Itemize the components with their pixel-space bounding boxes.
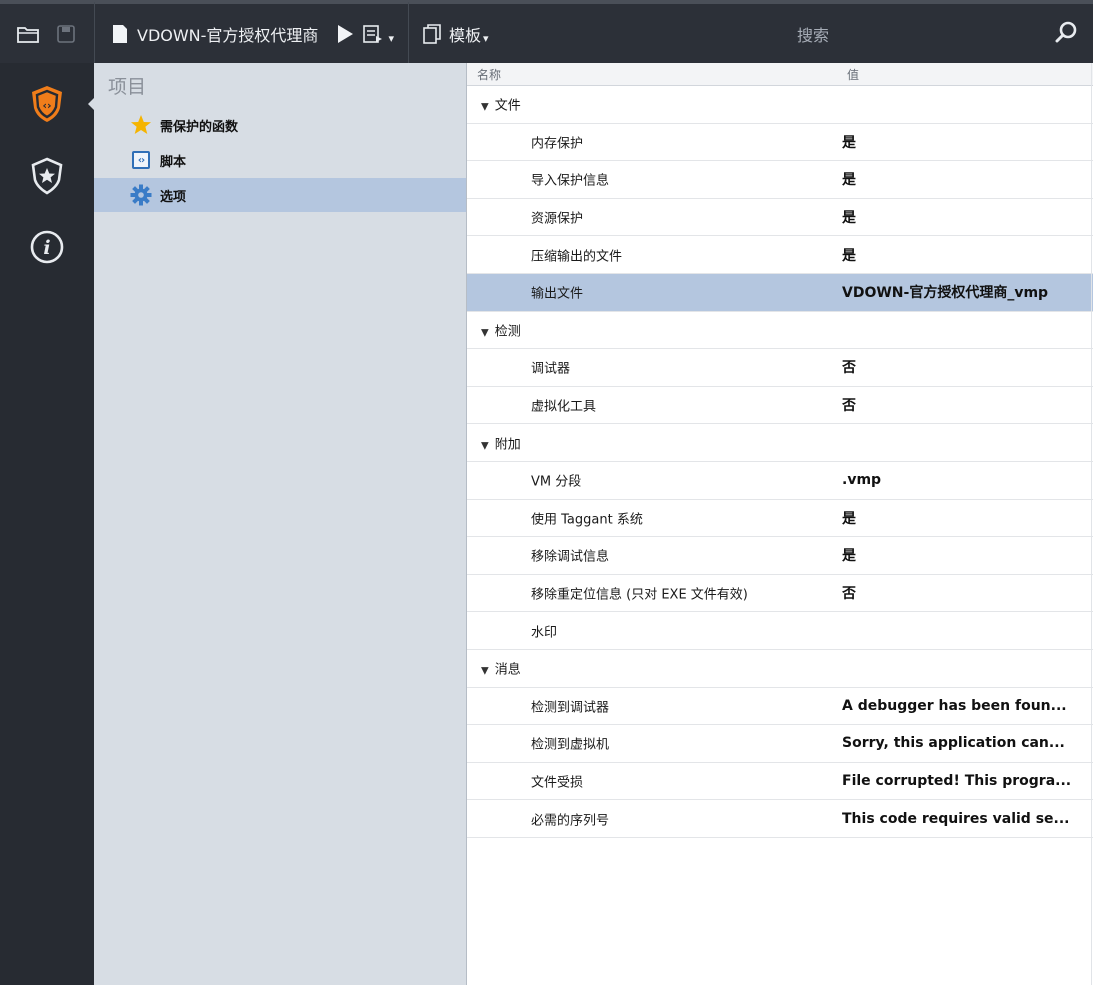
project-heading: 项目 xyxy=(108,76,147,98)
nav-licenses-icon[interactable] xyxy=(26,155,68,197)
property-name: 资源保护 xyxy=(531,211,584,227)
property-row[interactable]: 输出文件 VDOWN-官方授权代理商_vmp xyxy=(467,273,1093,312)
property-row[interactable]: 检测到调试器 A debugger has been foun... xyxy=(467,688,1093,726)
toolbar-file-group xyxy=(0,4,94,63)
property-name: 水印 xyxy=(531,625,558,641)
nav-rail: ‹› i xyxy=(0,63,94,985)
nav-protection-icon[interactable]: ‹› xyxy=(26,83,68,125)
property-row[interactable]: VM 分段 .vmp xyxy=(467,462,1093,500)
search-input[interactable]: 搜索 xyxy=(797,22,829,46)
property-row[interactable]: 检测到虚拟机 Sorry, this application can... xyxy=(467,725,1093,763)
property-row[interactable]: 文件受损 File corrupted! This progra... xyxy=(467,763,1093,801)
grid-header: 名称 值 xyxy=(467,63,1093,86)
property-value[interactable]: 是 xyxy=(842,169,856,189)
property-name: 虚拟化工具 xyxy=(531,399,597,415)
property-row[interactable]: 移除重定位信息 (只对 EXE 文件有效) 否 xyxy=(467,575,1093,613)
group-row[interactable]: ▼ 检测 xyxy=(467,312,1093,350)
run-button[interactable] xyxy=(330,19,360,49)
property-value[interactable]: 是 xyxy=(842,132,856,152)
nav-info-icon[interactable]: i xyxy=(26,226,68,268)
group-label: ▼ 消息 xyxy=(481,659,521,678)
property-value[interactable]: File corrupted! This progra... xyxy=(842,773,1071,789)
project-item-options[interactable]: 选项 xyxy=(94,178,466,212)
grid-right-border xyxy=(1091,63,1092,985)
group-name: 检测 xyxy=(494,324,521,340)
group-label: ▼ 附加 xyxy=(481,433,521,452)
search-icon[interactable] xyxy=(1055,20,1079,48)
project-item-label: 需保护的函数 xyxy=(160,119,239,135)
property-name: 检测到调试器 xyxy=(531,700,610,716)
property-name: 压缩输出的文件 xyxy=(531,249,623,265)
property-name: 使用 Taggant 系统 xyxy=(531,512,643,528)
project-title: VDOWN-官方授权代理商 xyxy=(137,25,319,45)
property-row[interactable]: 虚拟化工具 否 xyxy=(467,387,1093,425)
property-name: 调试器 xyxy=(531,361,571,377)
collapse-triangle-icon[interactable]: ▼ xyxy=(481,666,489,677)
project-item-functions[interactable]: 需保护的函数 xyxy=(94,108,466,142)
template-icon xyxy=(421,19,443,49)
svg-text:‹›: ‹› xyxy=(42,99,51,112)
property-name: 文件受损 xyxy=(531,775,584,791)
svg-text:i: i xyxy=(43,237,50,259)
collapse-triangle-icon[interactable]: ▼ xyxy=(481,440,489,451)
column-header-name[interactable]: 名称 xyxy=(477,66,501,83)
gear-icon xyxy=(130,184,152,206)
group-name: 附加 xyxy=(494,437,521,453)
property-row[interactable]: 水印 xyxy=(467,612,1093,650)
group-row[interactable]: ▼ 文件 xyxy=(467,86,1093,124)
document-icon xyxy=(109,19,131,49)
property-name: 必需的序列号 xyxy=(531,813,610,829)
property-name: 内存保护 xyxy=(531,136,584,152)
property-name: 输出文件 xyxy=(531,286,584,302)
property-value[interactable]: 否 xyxy=(842,583,856,603)
property-row[interactable]: 使用 Taggant 系统 是 xyxy=(467,500,1093,538)
property-row[interactable]: 必需的序列号 This code requires valid se... xyxy=(467,800,1093,838)
project-item-script[interactable]: ‹› 脚本 xyxy=(94,143,466,177)
group-row[interactable]: ▼ 附加 xyxy=(467,424,1093,462)
property-row[interactable]: 资源保护 是 xyxy=(467,199,1093,237)
script-icon: ‹› xyxy=(130,149,152,171)
property-value[interactable]: This code requires valid se... xyxy=(842,811,1069,827)
property-name: 移除调试信息 xyxy=(531,549,610,565)
group-name: 消息 xyxy=(494,662,521,678)
compile-menu-icon[interactable] xyxy=(360,19,386,49)
property-value[interactable]: Sorry, this application can... xyxy=(842,735,1065,751)
property-name: 移除重定位信息 (只对 EXE 文件有效) xyxy=(531,587,748,603)
property-row[interactable]: 移除调试信息 是 xyxy=(467,537,1093,575)
property-row[interactable]: 内存保护 是 xyxy=(467,124,1093,162)
group-name: 文件 xyxy=(494,98,521,114)
property-name: 检测到虚拟机 xyxy=(531,737,610,753)
save-icon[interactable] xyxy=(51,19,81,49)
property-value[interactable]: 是 xyxy=(842,545,856,565)
toolbar-project-group: VDOWN-官方授权代理商 ▾ xyxy=(95,4,394,63)
property-row[interactable]: 压缩输出的文件 是 xyxy=(467,236,1093,274)
property-value[interactable]: VDOWN-官方授权代理商_vmp xyxy=(842,282,1048,302)
property-value[interactable]: .vmp xyxy=(842,472,881,488)
group-label: ▼ 检测 xyxy=(481,320,521,339)
project-item-label: 脚本 xyxy=(160,154,187,170)
property-value[interactable]: A debugger has been foun... xyxy=(842,698,1067,714)
property-name: VM 分段 xyxy=(531,474,582,490)
property-value[interactable]: 否 xyxy=(842,357,856,377)
property-value[interactable]: 否 xyxy=(842,395,856,415)
open-folder-icon[interactable] xyxy=(13,19,43,49)
column-header-value[interactable]: 值 xyxy=(847,66,859,83)
star-icon xyxy=(130,114,152,136)
group-row[interactable]: ▼ 消息 xyxy=(467,650,1093,688)
property-row[interactable]: 调试器 否 xyxy=(467,349,1093,387)
property-value[interactable]: 是 xyxy=(842,207,856,227)
search-bar: 搜索 xyxy=(467,4,1093,63)
project-panel: 项目 需保护的函数 ‹› 脚本 选项 xyxy=(94,63,467,985)
collapse-triangle-icon[interactable]: ▼ xyxy=(481,327,489,338)
property-value[interactable]: 是 xyxy=(842,245,856,265)
chevron-down-icon[interactable]: ▾ xyxy=(388,32,394,45)
properties-grid: 名称 值 ▼ 文件 内存保护是导入保护信息是资源保护是压缩输出的文件是输出文件 VDO… xyxy=(467,63,1093,985)
property-row[interactable]: 导入保护信息 是 xyxy=(467,161,1093,199)
property-value[interactable]: 是 xyxy=(842,508,856,528)
project-item-label: 选项 xyxy=(160,189,187,205)
grid-rows: ▼ 文件 内存保护是导入保护信息是资源保护是压缩输出的文件是输出文件 VDOWN-官方… xyxy=(467,86,1093,838)
group-label: ▼ 文件 xyxy=(481,95,521,114)
collapse-triangle-icon[interactable]: ▼ xyxy=(481,102,489,113)
property-name: 导入保护信息 xyxy=(531,173,610,189)
